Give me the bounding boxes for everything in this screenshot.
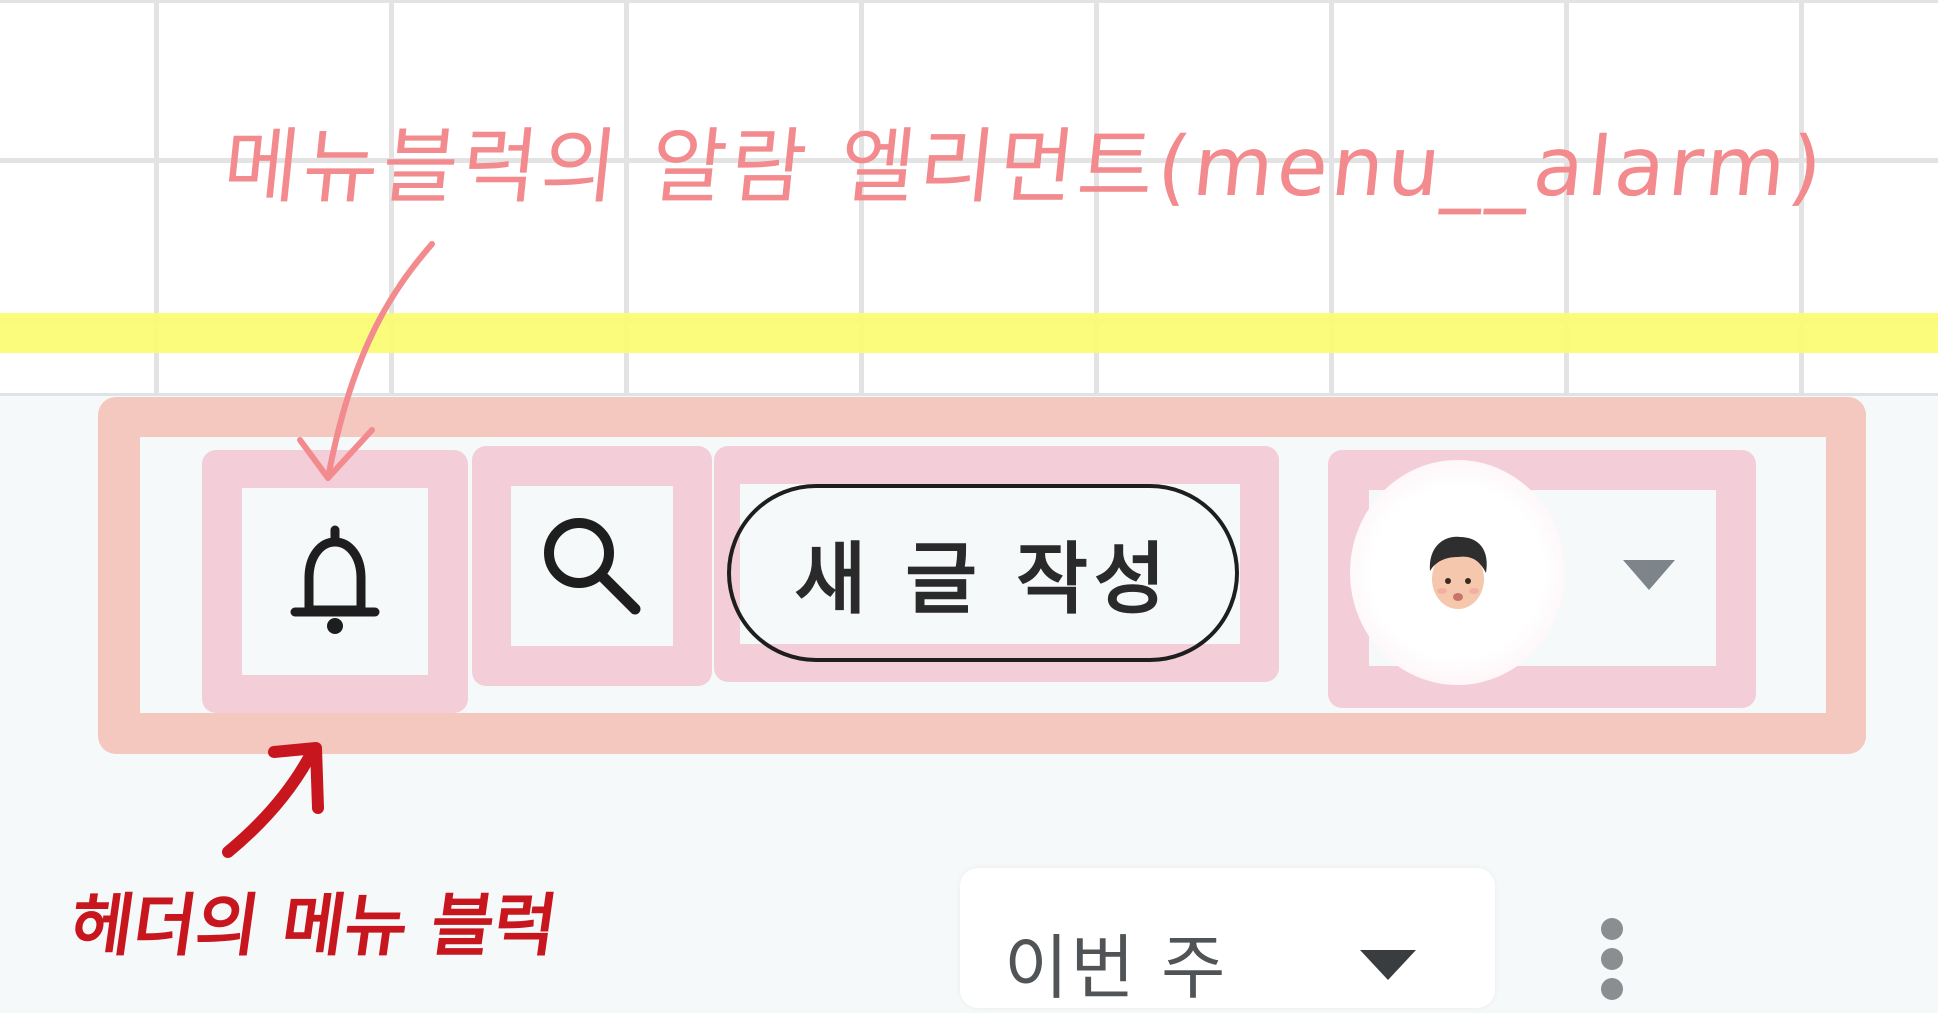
arrow-to-menu-block bbox=[222, 746, 318, 858]
annotation-menu-alarm-note: 메뉴블럭의 알람 엘리먼트(menu__alarm) bbox=[218, 120, 1831, 215]
caret-down-icon bbox=[1360, 950, 1416, 980]
search-icon bbox=[544, 518, 641, 615]
period-select-value: 이번 주 bbox=[1004, 927, 1228, 1009]
avatar[interactable] bbox=[1350, 460, 1565, 685]
menu-search-button[interactable] bbox=[511, 486, 673, 646]
menu-alarm-button[interactable] bbox=[242, 488, 428, 675]
annotation-header-menu-note: 헤더의 메뉴 블럭 bbox=[65, 887, 562, 966]
bell-icon bbox=[290, 525, 380, 634]
kebab-vertical-icon[interactable] bbox=[1598, 918, 1628, 1000]
avatar-face-icon bbox=[1429, 536, 1487, 609]
arrow-to-menu-block-head bbox=[268, 742, 324, 814]
highlight-line bbox=[0, 313, 1938, 353]
header-divider bbox=[0, 393, 1938, 396]
new-post-button[interactable]: 새 글 작성 bbox=[727, 484, 1239, 662]
caret-down-icon[interactable] bbox=[1623, 560, 1675, 590]
